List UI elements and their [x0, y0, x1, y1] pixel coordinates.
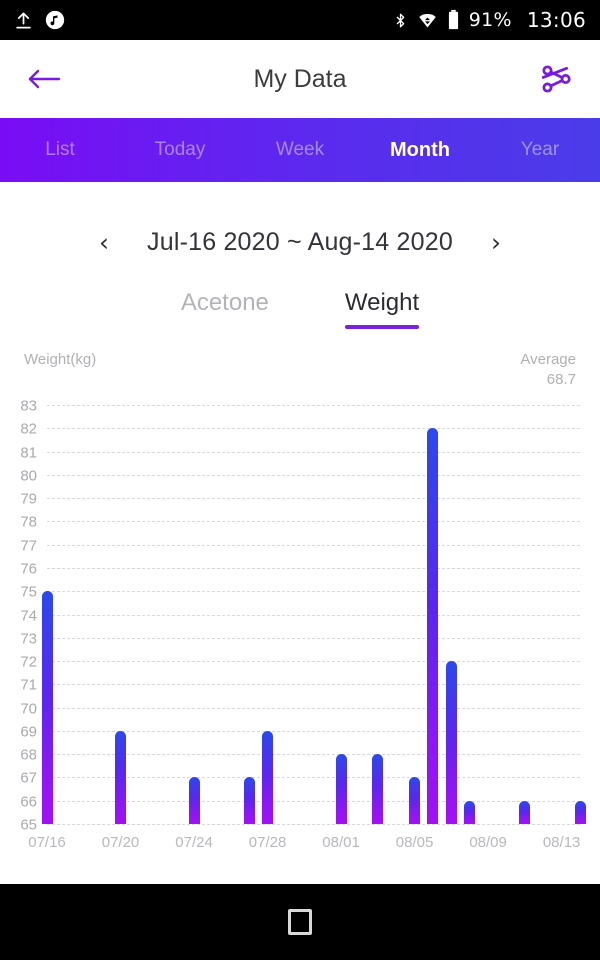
grid-line: 70 [20, 700, 580, 717]
status-bar: 91% 13:06 [0, 0, 600, 40]
y-axis-tick: 71 [20, 676, 37, 694]
grid-line: 72 [20, 654, 580, 671]
tab-year[interactable]: Year [480, 139, 600, 161]
grid-line: 79 [20, 491, 580, 508]
share-icon [538, 63, 574, 95]
grid-line: 66 [20, 793, 580, 810]
chart-bar[interactable] [262, 730, 274, 824]
chart-bar[interactable] [335, 754, 347, 824]
y-axis-tick: 65 [20, 816, 37, 834]
y-axis-tick: 72 [20, 653, 37, 671]
x-axis-tick: 08/05 [395, 834, 434, 851]
y-axis-tick: 79 [20, 490, 37, 508]
tab-today[interactable]: Today [120, 139, 240, 161]
battery-percent: 91% [468, 9, 512, 31]
chart-bar[interactable] [243, 777, 255, 824]
y-axis-tick: 68 [20, 746, 37, 764]
grid-line: 81 [20, 444, 580, 461]
period-tab-bar: List Today Week Month Year [0, 118, 600, 182]
date-range-navigator: ‹ Jul-16 2020 ~ Aug-14 2020 › [0, 228, 600, 257]
x-axis-tick: 07/20 [101, 834, 140, 851]
app-bar: My Data [0, 40, 600, 118]
tab-week[interactable]: Week [240, 139, 360, 161]
grid-line: 74 [20, 607, 580, 624]
chart-bar[interactable] [464, 800, 476, 824]
y-axis-tick: 83 [20, 397, 37, 415]
average-label: Average [520, 351, 576, 368]
y-axis-tick: 77 [20, 537, 37, 555]
grid-line: 73 [20, 630, 580, 647]
average-value: 68.7 [546, 371, 576, 388]
wifi-icon [417, 11, 438, 30]
chart-bar[interactable] [574, 800, 586, 824]
grid-line: 68 [20, 747, 580, 764]
average-box: Average 68.7 [520, 351, 576, 388]
page-title: My Data [253, 64, 347, 93]
share-button[interactable] [534, 57, 578, 101]
y-axis-tick: 81 [20, 444, 37, 462]
x-axis-tick: 08/13 [542, 834, 581, 851]
x-axis-tick: 07/24 [175, 834, 213, 851]
weight-bar-chart[interactable]: 83 82 81 80 79 78 77 76 75 74 73 72 71 70 69 68 67 66 65 07… [20, 398, 586, 851]
grid-line: 78 [20, 514, 580, 531]
tab-weight[interactable]: Weight [344, 289, 420, 329]
status-bar-left-icons [14, 10, 65, 31]
y-axis-tick: 82 [20, 420, 37, 438]
y-axis-tick: 73 [20, 630, 37, 648]
grid-line: 82 [20, 421, 580, 438]
chart-axis-title: Weight(kg) [24, 351, 97, 368]
system-navigation-bar [0, 884, 600, 960]
square-recents-icon[interactable] [288, 909, 312, 935]
back-arrow-icon [27, 67, 61, 91]
tab-list[interactable]: List [0, 139, 120, 161]
battery-icon [447, 9, 460, 31]
chevron-left-icon[interactable]: ‹ [91, 228, 117, 257]
chart-bar[interactable] [372, 754, 384, 824]
y-axis-tick: 75 [20, 583, 37, 601]
chart-bar[interactable] [445, 661, 457, 824]
y-axis-tick: 76 [20, 560, 37, 578]
upload-icon [14, 10, 33, 31]
chart-area: 83 82 81 80 79 78 77 76 75 74 73 72 71 70 69 68 67 66 65 07… [0, 394, 600, 884]
grid-line: 67 [20, 770, 580, 787]
y-axis-tick: 80 [20, 467, 37, 485]
date-range-label: Jul-16 2020 ~ Aug-14 2020 [147, 228, 453, 256]
x-axis-tick: 07/28 [248, 834, 287, 851]
y-axis-tick: 67 [20, 769, 37, 787]
y-axis-tick: 70 [20, 700, 37, 718]
back-button[interactable] [22, 57, 66, 101]
tab-month[interactable]: Month [360, 139, 480, 162]
x-axis-tick: 08/01 [322, 834, 360, 851]
chart-bar[interactable] [115, 730, 127, 824]
grid-line: 69 [20, 723, 580, 740]
chart-header: Weight(kg) Average 68.7 [0, 329, 600, 388]
y-axis-tick: 69 [20, 723, 37, 741]
chart-bar[interactable] [427, 428, 439, 824]
grid-line: 83 [20, 398, 580, 415]
chart-bar[interactable] [188, 777, 200, 824]
chart-bar[interactable] [519, 800, 531, 824]
grid-line: 75 [20, 584, 580, 601]
grid-line: 65 [20, 817, 580, 834]
chevron-right-icon[interactable]: › [483, 228, 509, 257]
y-axis-tick: 74 [20, 607, 37, 624]
grid-line: 71 [20, 677, 580, 694]
metric-tabs: Acetone Weight [0, 289, 600, 329]
chart-bar[interactable] [409, 777, 421, 824]
status-bar-clock: 13:06 [526, 8, 586, 32]
music-note-icon [45, 10, 65, 30]
app-screen: 91% 13:06 My Data List Today Week Month … [0, 0, 600, 960]
chart-bar[interactable] [41, 591, 53, 824]
bluetooth-icon [393, 10, 408, 31]
status-bar-right-icons: 91% 13:06 [393, 8, 586, 32]
x-axis-tick: 08/09 [469, 834, 507, 851]
x-axis-tick: 07/16 [28, 834, 66, 851]
grid-line: 77 [20, 537, 580, 554]
y-axis-tick: 78 [20, 513, 37, 531]
tab-acetone[interactable]: Acetone [181, 289, 269, 329]
grid-line: 80 [20, 467, 580, 484]
y-axis-tick: 66 [20, 793, 37, 811]
grid-line: 76 [20, 560, 580, 577]
